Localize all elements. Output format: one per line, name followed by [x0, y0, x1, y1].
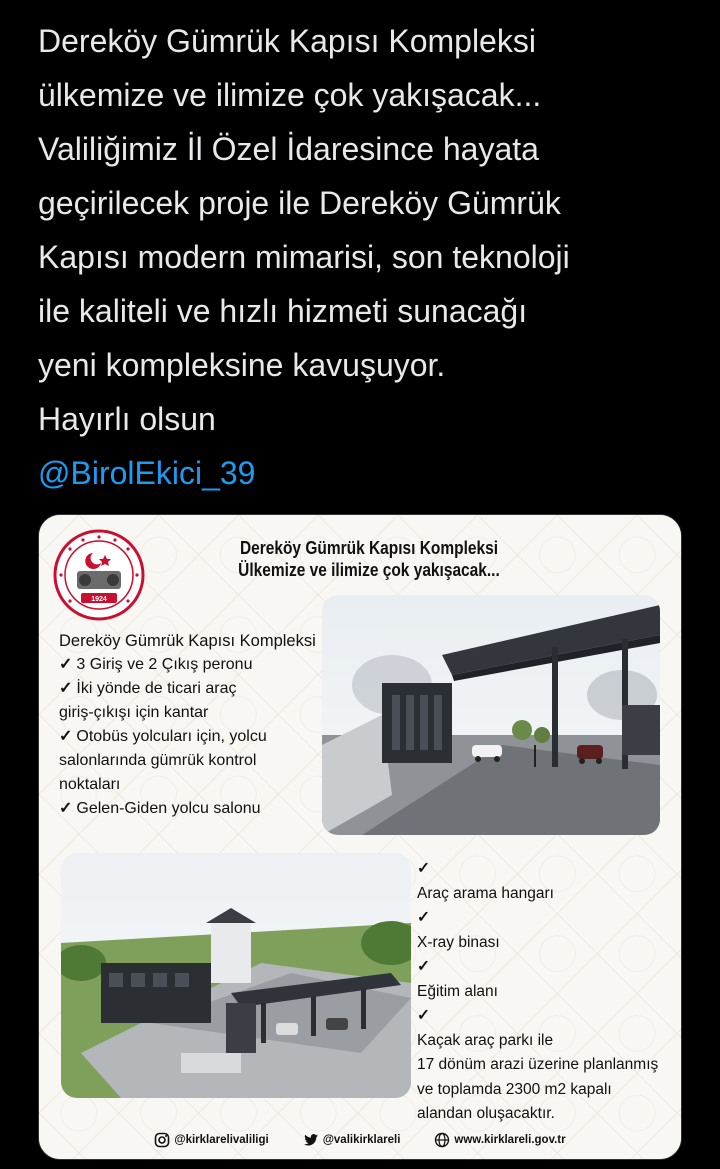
list-item: ✓ Araç arama hangarı — [417, 857, 681, 906]
tweet-line: ile kaliteli ve hızlı hizmeti sunacağı — [38, 293, 528, 329]
globe-icon — [435, 1132, 450, 1148]
poster-title-line: Dereköy Gümrük Kapısı Kompleksi — [239, 538, 499, 558]
mention-link[interactable]: @BirolEkici_39 — [38, 446, 698, 500]
list-item: noktaları — [59, 776, 121, 793]
list-item: giriş-çıkışı için kantar — [59, 704, 209, 721]
list-item: ve toplamda 2300 m2 kapalı — [417, 1080, 612, 1098]
checkmark-icon: ✓ — [417, 1007, 430, 1024]
tweet-line: Dereköy Gümrük Kapısı Kompleksi — [38, 23, 536, 59]
checkmark-icon: ✓ — [59, 656, 73, 673]
features-heading: Dereköy Gümrük Kapısı Kompleksi — [59, 632, 316, 650]
list-item: salonlarında gümrük kontrol — [59, 752, 257, 769]
tweet-line: ülkemize ve ilimize çok yakışacak... — [38, 77, 542, 113]
list-item: ✓ Eğitim alanı — [417, 955, 681, 1004]
list-item: ✓ İki yönde de ticari araç — [59, 680, 237, 697]
checkmark-icon: ✓ — [59, 680, 73, 697]
seal-year: 1924 — [91, 596, 107, 603]
tweet-line: geçirilecek proje ile Dereköy Gümrük — [38, 185, 561, 221]
list-item: ✓ Otobüs yolcuları için, yolcu — [59, 728, 267, 745]
tweet-media-image[interactable]: 1924 Dereköy Gümrük Kapısı Kompleksi Ülk… — [38, 514, 682, 1160]
list-item: 17 dönüm arazi üzerine planlanmış — [417, 1056, 659, 1073]
poster-title: Dereköy Gümrük Kapısı Kompleksi Ülkemize… — [197, 537, 541, 581]
poster-title-line: Ülkemize ve ilimize çok yakışacak... — [238, 560, 500, 580]
instagram-icon — [155, 1132, 170, 1148]
list-item: ✓ X-ray binası — [417, 906, 681, 955]
checkmark-icon: ✓ — [417, 958, 430, 975]
tweet-line: Kapısı modern mimarisi, son teknoloji — [38, 239, 570, 275]
tweet-line: Hayırlı olsun — [38, 401, 216, 437]
checkmark-icon: ✓ — [417, 860, 430, 877]
list-item: alandan oluşacaktır. — [417, 1105, 555, 1122]
footer-twitter: @valikirklareli — [303, 1132, 400, 1148]
list-item: ✓ 3 Giriş ve 2 Çıkış peronu — [59, 656, 253, 673]
tweet-text: Dereköy Gümrük Kapısı Kompleksi ülkemize… — [38, 14, 698, 500]
poster-footer: @kirklarelivaliligi @valikirklareli www.… — [39, 1127, 681, 1153]
features-list-right: ✓ Araç arama hangarı ✓ X-ray binası ✓ Eğiti… — [417, 857, 681, 1127]
checkmark-icon: ✓ — [417, 909, 430, 926]
list-item: ✓ Gelen-Giden yolcu salonu — [59, 800, 261, 817]
checkmark-icon: ✓ — [59, 800, 73, 817]
tweet-line: Valiliğimiz İl Özel İdaresince hayata — [38, 131, 539, 167]
twitter-bird-icon — [303, 1134, 318, 1146]
governorship-seal-logo: 1924 — [53, 529, 145, 621]
footer-instagram: @kirklarelivaliligi — [154, 1132, 269, 1148]
tweet-line: yeni kompleksine kavuşuyor. — [38, 347, 446, 383]
footer-website: www.kirklareli.gov.tr — [434, 1132, 566, 1148]
features-list-left: Dereköy Gümrük Kapısı Kompleksi ✓ 3 Giriş… — [59, 629, 349, 821]
list-item: ✓ Kaçak araç parkı ile — [417, 1004, 681, 1053]
architectural-render-aerial — [61, 853, 411, 1098]
architectural-render-entrance — [322, 595, 660, 835]
checkmark-icon: ✓ — [59, 728, 73, 745]
